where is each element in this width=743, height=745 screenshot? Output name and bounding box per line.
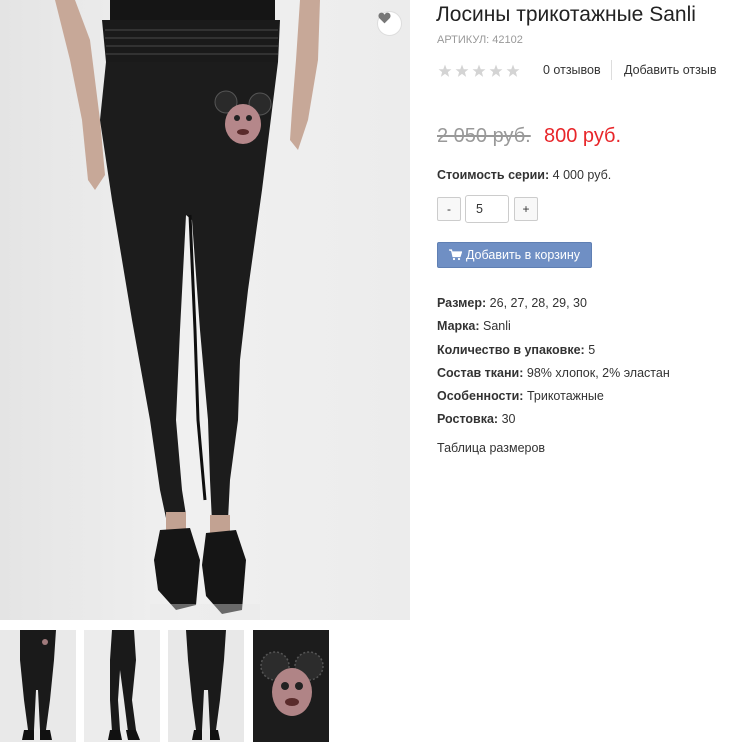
star-icon[interactable] xyxy=(438,64,452,78)
property-value: Трикотажные xyxy=(523,389,604,404)
property-value: 26, 27, 28, 29, 30 xyxy=(486,296,587,310)
property-label: Ростовка: xyxy=(437,412,499,427)
old-price: 2 050 руб. xyxy=(437,125,531,147)
property-label: Марка: xyxy=(437,319,480,334)
property-pack-quantity: Количество в упаковке: 5 xyxy=(437,339,670,362)
property-features: Особенности: Трикотажные xyxy=(437,385,670,408)
series-cost: Стоимость серии: 4 000 руб. xyxy=(437,168,611,182)
property-value: Sanli xyxy=(479,319,511,334)
reviews-count[interactable]: 0 отзывов xyxy=(543,63,601,77)
heart-icon xyxy=(378,12,391,24)
star-icon[interactable] xyxy=(472,64,486,78)
star-icon[interactable] xyxy=(506,64,520,78)
property-label: Состав ткани: xyxy=(437,365,524,380)
product-properties: Размер: 26, 27, 28, 29, 30 Марка: Sanli … xyxy=(437,292,670,432)
quantity-decrease-button[interactable]: - xyxy=(437,197,461,221)
quantity-input[interactable] xyxy=(465,195,509,223)
add-to-cart-label: Добавить в корзину xyxy=(465,248,581,262)
cart-icon xyxy=(448,249,462,261)
add-review-link[interactable]: Добавить отзыв xyxy=(624,63,716,77)
thumbnail-detail-view[interactable] xyxy=(253,630,329,742)
series-cost-value: 4 000 руб. xyxy=(549,168,612,182)
thumbnail-strip xyxy=(0,630,410,745)
property-fabric: Состав ткани: 98% хлопок, 2% эластан xyxy=(437,362,670,385)
divider xyxy=(611,60,612,80)
property-label: Размер: xyxy=(437,296,487,310)
property-label: Особенности: xyxy=(437,389,524,404)
property-value: 5 xyxy=(584,342,596,357)
thumbnail-front-view[interactable] xyxy=(0,630,76,742)
property-value: 98% хлопок, 2% эластан xyxy=(523,365,670,380)
star-icon[interactable] xyxy=(455,64,469,78)
main-product-image[interactable] xyxy=(0,0,410,620)
star-icon[interactable] xyxy=(489,64,503,78)
property-size: Размер: 26, 27, 28, 29, 30 xyxy=(437,292,670,315)
rating-stars[interactable] xyxy=(438,62,523,80)
property-brand: Марка: Sanli xyxy=(437,315,670,338)
add-to-cart-button[interactable]: Добавить в корзину xyxy=(437,242,592,268)
series-cost-label: Стоимость серии: xyxy=(437,168,550,182)
quantity-increase-button[interactable]: + xyxy=(514,197,538,221)
property-label: Количество в упаковке: xyxy=(437,342,585,357)
property-value: 30 xyxy=(498,412,516,427)
product-title: Лосины трикотажные Sanli xyxy=(436,3,696,26)
thumbnail-back-view[interactable] xyxy=(168,630,244,742)
property-size-range: Ростовка: 30 xyxy=(437,408,670,431)
favorite-button[interactable] xyxy=(377,11,402,36)
size-table-link[interactable]: Таблица размеров xyxy=(437,441,545,455)
product-sku: АРТИКУЛ: 42102 xyxy=(437,34,523,46)
current-price: 800 руб. xyxy=(544,125,622,147)
thumbnail-side-view[interactable] xyxy=(84,630,160,742)
